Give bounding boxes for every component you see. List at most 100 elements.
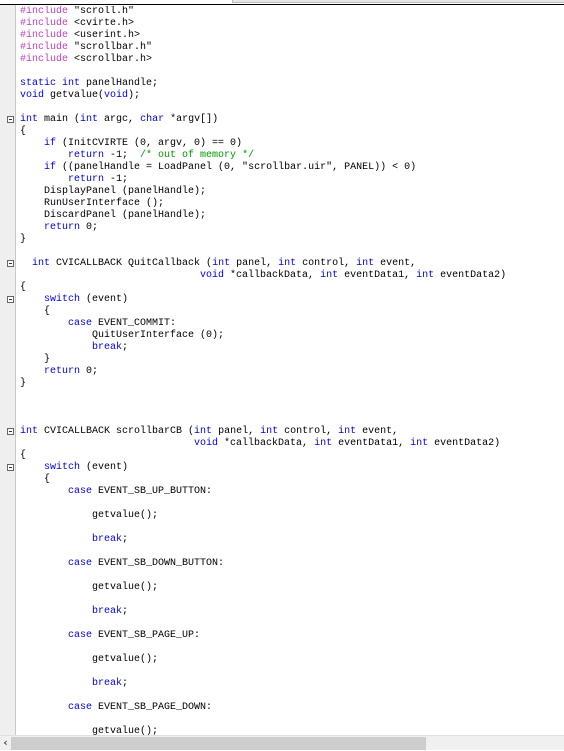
code-line[interactable]: getvalue(); <box>0 654 564 666</box>
code-token: argc, <box>98 114 141 125</box>
code-line[interactable]: int CVICALLBACK scrollbarCB (int panel, … <box>0 426 564 438</box>
code-line[interactable]: QuitUserInterface (0); <box>0 330 564 342</box>
code-line[interactable]: case EVENT_SB_PAGE_DOWN: <box>0 702 564 714</box>
code-line[interactable]: static int panelHandle; <box>0 78 564 90</box>
code-token: -1; <box>104 174 129 185</box>
fold-toggle-icon[interactable] <box>7 260 14 267</box>
code-line[interactable]: DiscardPanel (panelHandle); <box>0 210 564 222</box>
code-line[interactable] <box>0 102 564 114</box>
code-token: getvalue(); <box>20 582 159 593</box>
code-line[interactable] <box>0 498 564 510</box>
code-line[interactable]: } <box>0 378 564 390</box>
code-line[interactable] <box>0 546 564 558</box>
code-line[interactable] <box>0 714 564 726</box>
fold-toggle-icon[interactable] <box>7 464 14 471</box>
code-line[interactable]: if (InitCVIRTE (0, argv, 0) == 0) <box>0 138 564 150</box>
code-line[interactable]: return -1; /* out of memory */ <box>0 150 564 162</box>
code-line[interactable]: int main (int argc, char *argv[]) <box>0 114 564 126</box>
code-line[interactable]: #include <scrollbar.h> <box>0 54 564 66</box>
code-token: <cvirte.h> <box>68 18 135 29</box>
code-line[interactable]: case EVENT_SB_PAGE_UP: <box>0 630 564 642</box>
code-line[interactable] <box>0 390 564 402</box>
code-line[interactable]: #include "scroll.h" <box>0 6 564 18</box>
code-token: ); <box>128 90 141 101</box>
code-line[interactable]: break; <box>0 342 564 354</box>
code-line[interactable]: { <box>0 126 564 138</box>
code-line[interactable] <box>0 690 564 702</box>
code-line[interactable]: return 0; <box>0 366 564 378</box>
code-token: } <box>20 234 27 245</box>
code-line[interactable]: return 0; <box>0 222 564 234</box>
code-line[interactable]: break; <box>0 534 564 546</box>
code-line[interactable]: getvalue(); <box>0 582 564 594</box>
code-token: panel, <box>230 258 279 269</box>
code-token: eventData2) <box>428 438 501 449</box>
code-token: getvalue(); <box>20 510 159 521</box>
code-line[interactable]: int CVICALLBACK QuitCallback (int panel,… <box>0 258 564 270</box>
code-line[interactable] <box>0 618 564 630</box>
code-line[interactable]: switch (event) <box>0 462 564 474</box>
code-line[interactable]: if ((panelHandle = LoadPanel (0, "scroll… <box>0 162 564 174</box>
fold-toggle-icon[interactable] <box>7 428 14 435</box>
code-line[interactable]: } <box>0 234 564 246</box>
keyword-token: case <box>68 486 93 497</box>
code-line[interactable] <box>0 570 564 582</box>
code-line[interactable]: void *callbackData, int eventData1, int … <box>0 270 564 282</box>
code-editor[interactable]: #include "scroll.h" #include <cvirte.h> #i… <box>0 6 564 735</box>
code-line[interactable]: switch (event) <box>0 294 564 306</box>
keyword-token: int <box>278 258 297 269</box>
fold-toggle-icon[interactable] <box>7 116 14 123</box>
code-line[interactable]: getvalue(); <box>0 726 564 735</box>
code-line[interactable]: { <box>0 282 564 294</box>
code-line[interactable]: case EVENT_SB_UP_BUTTON: <box>0 486 564 498</box>
code-token: ; <box>122 534 129 545</box>
code-line[interactable]: return -1; <box>0 174 564 186</box>
code-line[interactable] <box>0 594 564 606</box>
code-line[interactable] <box>0 246 564 258</box>
code-line[interactable]: RunUserInterface (); <box>0 198 564 210</box>
code-line[interactable]: break; <box>0 678 564 690</box>
code-token: } <box>20 354 51 365</box>
code-line[interactable] <box>0 414 564 426</box>
code-line[interactable]: } <box>0 354 564 366</box>
code-line[interactable]: #include <cvirte.h> <box>0 18 564 30</box>
code-line[interactable]: #include "scrollbar.h" <box>0 42 564 54</box>
code-token: EVENT_SB_PAGE_DOWN: <box>92 702 213 713</box>
code-token: -1; <box>104 150 141 161</box>
keyword-token: case <box>68 630 93 641</box>
code-token: <scrollbar.h> <box>68 54 153 65</box>
preprocessor-token: #include <box>20 30 69 41</box>
code-line[interactable] <box>0 666 564 678</box>
fold-toggle-icon[interactable] <box>7 296 14 303</box>
code-token: getvalue( <box>44 90 105 101</box>
code-line[interactable]: getvalue(); <box>0 510 564 522</box>
code-token: EVENT_COMMIT: <box>92 318 177 329</box>
code-line[interactable] <box>0 66 564 78</box>
scrollbar-thumb[interactable] <box>11 737 426 750</box>
code-line[interactable]: break; <box>0 606 564 618</box>
code-line[interactable] <box>0 522 564 534</box>
code-line[interactable] <box>0 642 564 654</box>
code-token: { <box>20 306 51 317</box>
code-line[interactable]: case EVENT_COMMIT: <box>0 318 564 330</box>
code-line[interactable]: DisplayPanel (panelHandle); <box>0 186 564 198</box>
code-line[interactable] <box>0 402 564 414</box>
code-token: EVENT_SB_UP_BUTTON: <box>92 486 213 497</box>
code-line[interactable]: void *callbackData, int eventData1, int … <box>0 438 564 450</box>
code-line[interactable]: { <box>0 306 564 318</box>
code-line[interactable]: #include <userint.h> <box>0 30 564 42</box>
chevron-left-icon[interactable]: ‹ <box>0 736 11 751</box>
horizontal-scrollbar[interactable]: ‹ <box>0 735 564 750</box>
code-line[interactable]: case EVENT_SB_DOWN_BUTTON: <box>0 558 564 570</box>
code-token: { <box>20 450 27 461</box>
code-line[interactable]: void getvalue(void); <box>0 90 564 102</box>
code-line[interactable]: { <box>0 450 564 462</box>
preprocessor-token: #include <box>20 18 69 29</box>
code-line[interactable]: { <box>0 474 564 486</box>
